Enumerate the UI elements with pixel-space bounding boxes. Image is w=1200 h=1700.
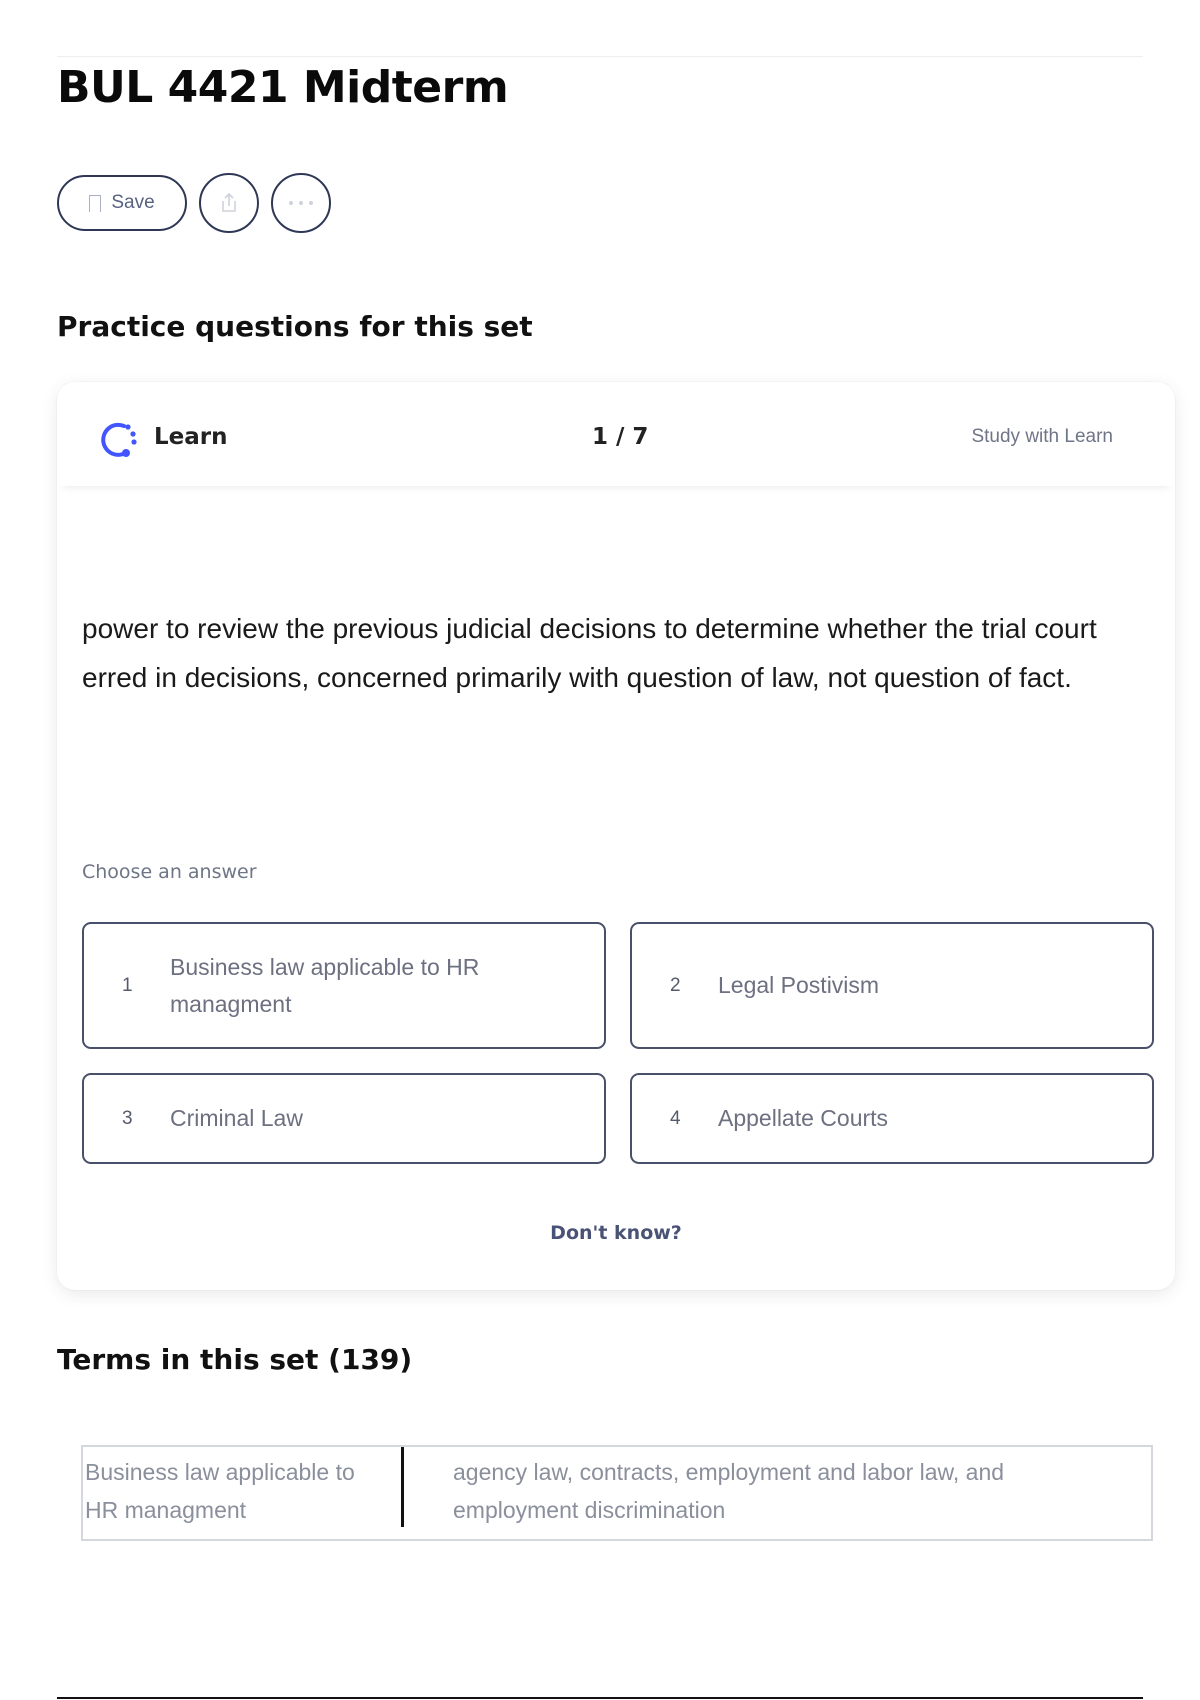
option-text: Business law applicable to HR managment <box>170 953 480 1017</box>
option-text: Appellate Courts <box>718 1105 889 1131</box>
practice-card-header: Learn 1 / 7 Study with Learn <box>57 382 1175 486</box>
more-button[interactable] <box>271 173 331 233</box>
answer-option-3[interactable]: 3 Criminal Law <box>82 1073 606 1164</box>
answer-option-2[interactable]: 2 Legal Postivism <box>630 922 1154 1049</box>
top-divider <box>57 56 1143 57</box>
bookmark-icon <box>89 194 102 212</box>
term-divider <box>401 1447 404 1527</box>
term-word: Business law applicable to HR managment <box>85 1459 355 1523</box>
save-button-label: Save <box>111 192 155 213</box>
choose-answer-label: Choose an answer <box>82 861 257 883</box>
option-number: 3 <box>122 1107 133 1129</box>
option-text: Legal Postivism <box>718 972 880 998</box>
option-number: 2 <box>670 974 681 996</box>
save-button[interactable]: Save <box>57 175 187 231</box>
set-actions: Save <box>57 173 331 233</box>
page-title: BUL 4421 Midterm <box>57 62 509 113</box>
practice-card: Learn 1 / 7 Study with Learn power to re… <box>57 382 1175 1290</box>
option-number: 1 <box>122 974 133 996</box>
learn-icon <box>101 422 137 457</box>
study-with-learn-link[interactable]: Study with Learn <box>971 426 1113 448</box>
option-text: Criminal Law <box>170 1105 303 1131</box>
bottom-divider <box>57 1697 1143 1699</box>
option-number: 4 <box>670 1107 681 1129</box>
term-definition: agency law, contracts, employment and la… <box>453 1459 1005 1523</box>
share-button[interactable] <box>199 173 259 233</box>
more-icon <box>289 201 313 205</box>
term-row: Business law applicable to HR managment … <box>81 1445 1153 1541</box>
answer-option-4[interactable]: 4 Appellate Courts <box>630 1073 1154 1164</box>
question-text: power to review the previous judicial de… <box>82 613 1097 693</box>
learn-mode-label: Learn <box>154 424 228 450</box>
dont-know-link[interactable]: Don't know? <box>57 1222 1175 1244</box>
question-counter: 1 / 7 <box>592 424 649 450</box>
answer-option-1[interactable]: 1 Business law applicable to HR managmen… <box>82 922 606 1049</box>
share-icon <box>222 192 236 212</box>
practice-heading: Practice questions for this set <box>57 310 533 343</box>
terms-heading: Terms in this set (139) <box>57 1343 413 1376</box>
